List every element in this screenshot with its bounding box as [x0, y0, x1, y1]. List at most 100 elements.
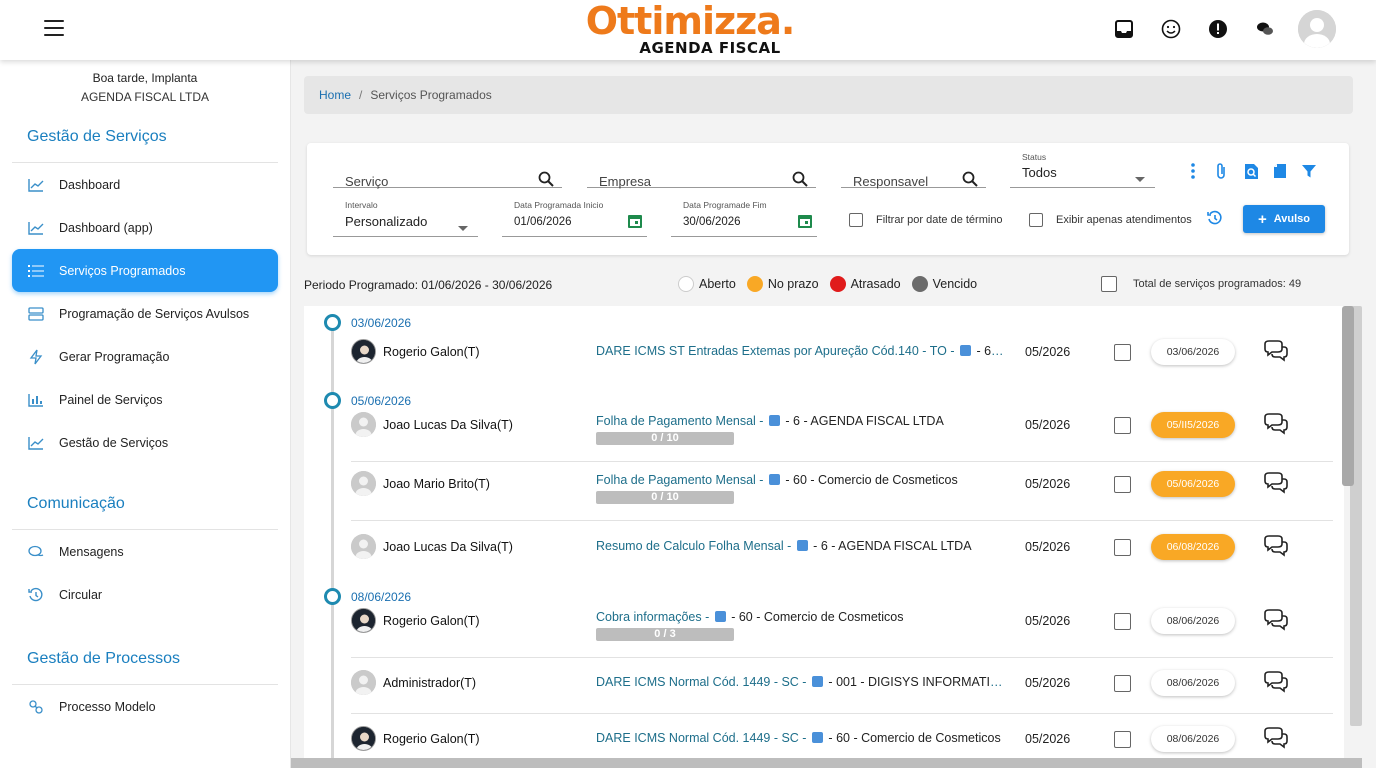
service-link[interactable]: Folha de Pagamento Mensal - - 6 - AGENDA…	[596, 414, 1006, 428]
responsavel-input[interactable]: Responsavel	[841, 153, 986, 189]
comments-icon[interactable]	[1262, 340, 1288, 362]
bolt-icon	[27, 348, 45, 366]
sidebar-item-label: Mensagens	[59, 544, 124, 559]
row-checkbox[interactable]	[1114, 731, 1131, 748]
smiley-icon[interactable]	[1160, 18, 1182, 40]
row-checkbox[interactable]	[1114, 344, 1131, 361]
service-link[interactable]: Folha de Pagamento Mensal - - 60 - Comer…	[596, 473, 1006, 487]
row-checkbox[interactable]	[1114, 675, 1131, 692]
service-row[interactable]: Rogerio Galon(T) DARE ICMS ST Entradas Ex…	[351, 326, 1333, 384]
status-value: Todos	[1022, 165, 1057, 180]
service-row[interactable]: Joao Lucas Da Silva(T) Resumo de Calculo …	[351, 521, 1333, 579]
due-date-badge[interactable]: 05/06/2026	[1151, 471, 1235, 497]
comments-icon[interactable]	[1262, 609, 1288, 631]
service-link[interactable]: Resumo de Calculo Folha Mensal - - 6 - A…	[596, 539, 1006, 553]
calendar-icon	[811, 732, 823, 743]
vertical-scrollbar-thumb[interactable]	[1342, 306, 1354, 486]
menu-icon[interactable]	[44, 20, 64, 36]
file-icon[interactable]	[1271, 162, 1289, 180]
chat-icon[interactable]	[1254, 18, 1276, 40]
sidebar-item-gerar-programacao[interactable]: Gerar Programação	[0, 335, 290, 378]
responsible-name: Rogerio Galon(T)	[383, 732, 480, 746]
sidebar-item-dashboard[interactable]: Dashboard	[0, 163, 290, 206]
status-select[interactable]: Status Todos	[1010, 152, 1155, 188]
service-link[interactable]: Cobra informações - - 60 - Comercio de C…	[596, 610, 1006, 624]
inbox-icon[interactable]	[1113, 18, 1135, 40]
service-row[interactable]: Administrador(T) DARE ICMS Normal Cód. 14…	[351, 657, 1333, 714]
row-checkbox[interactable]	[1114, 539, 1131, 556]
service-link[interactable]: DARE ICMS Normal Cód. 1449 - SC - - 001 …	[596, 675, 1006, 689]
filtrar-termino-checkbox[interactable]: Filtrar por date de término	[849, 213, 1003, 227]
competencia: 05/2026	[1025, 477, 1071, 491]
servico-input[interactable]: Serviço	[333, 153, 562, 189]
sidebar-item-servicos-programados[interactable]: Serviços Programados	[12, 249, 278, 292]
checkbox[interactable]	[849, 213, 863, 227]
comments-icon[interactable]	[1262, 727, 1288, 749]
breadcrumb-current: Serviços Programados	[370, 88, 492, 102]
service-row[interactable]: Joao Lucas Da Silva(T) Folha de Pagamento…	[351, 404, 1333, 462]
competencia: 05/2026	[1025, 345, 1071, 359]
select-all-checkbox[interactable]	[1101, 276, 1117, 292]
due-date-badge[interactable]: 08/06/2026	[1151, 670, 1235, 696]
logo[interactable]: Ottimizza. AGENDA FISCAL	[585, 1, 796, 56]
comments-icon[interactable]	[1262, 535, 1288, 557]
service-link[interactable]: DARE ICMS ST Entradas Extemas por Apureç…	[596, 344, 1006, 358]
breadcrumb-separator: /	[359, 88, 363, 102]
due-date-badge[interactable]: 03/06/2026	[1151, 339, 1235, 365]
service-row[interactable]: Rogerio Galon(T) Cobra informações - - 60…	[351, 600, 1333, 658]
document-search-icon[interactable]	[1242, 162, 1260, 180]
search-icon[interactable]	[538, 171, 554, 192]
progress-bar: 0 / 10	[596, 432, 734, 445]
separator: -	[972, 344, 985, 358]
alert-icon[interactable]	[1207, 18, 1229, 40]
calendar-icon[interactable]	[627, 213, 643, 234]
status-dot	[746, 276, 763, 292]
sidebar-item-programacao-avulsos[interactable]: Programação de Serviços Avulsos	[0, 292, 290, 335]
search-icon[interactable]	[792, 171, 808, 192]
intervalo-select[interactable]: Intervalo Personalizado	[333, 200, 478, 237]
intervalo-value: Personalizado	[345, 214, 428, 229]
empresa-placeholder: Empresa	[599, 174, 652, 189]
calendar-icon[interactable]	[797, 213, 813, 234]
service-link[interactable]: DARE ICMS Normal Cód. 1449 - SC - - 60 -…	[596, 731, 1006, 745]
sidebar-item-circular[interactable]: Circular	[0, 573, 290, 616]
comments-icon[interactable]	[1262, 671, 1288, 693]
user-avatar[interactable]	[1298, 10, 1336, 48]
checkbox[interactable]	[1029, 213, 1043, 227]
sidebar-item-label: Gerar Programação	[59, 349, 170, 364]
service-row[interactable]: Joao Mario Brito(T) Folha de Pagamento Me…	[351, 463, 1333, 521]
data-inicio-input[interactable]: Data Programada Inicio 01/06/2026	[502, 200, 647, 237]
row-checkbox[interactable]	[1114, 613, 1131, 630]
avulso-button[interactable]: + Avulso	[1243, 205, 1325, 233]
empresa-input[interactable]: Empresa	[587, 153, 816, 189]
comments-icon[interactable]	[1262, 472, 1288, 494]
data-fim-input[interactable]: Data Programade Fim 30/06/2026	[671, 200, 817, 237]
more-vert-icon[interactable]	[1184, 162, 1202, 180]
sidebar-item-dashboard-app[interactable]: Dashboard (app)	[0, 206, 290, 249]
history-icon[interactable]	[1206, 209, 1224, 227]
sidebar-item-processo-modelo[interactable]: Processo Modelo	[0, 685, 290, 728]
horizontal-scrollbar[interactable]	[291, 758, 1362, 768]
row-checkbox[interactable]	[1114, 417, 1131, 434]
competencia: 05/2026	[1025, 732, 1071, 746]
exibir-atendimentos-checkbox[interactable]: Exibir apenas atendimentos	[1029, 213, 1192, 227]
sidebar-item-gestao-servicos[interactable]: Gestão de Serviços	[0, 421, 290, 464]
due-date-badge[interactable]: 05/II5/2026	[1151, 412, 1235, 438]
avatar	[351, 534, 376, 559]
due-date-badge[interactable]: 08/06/2026	[1151, 726, 1235, 752]
sidebar-item-mensagens[interactable]: Mensagens	[0, 530, 290, 573]
section-title-gestao-servicos: Gestão de Serviços	[27, 128, 167, 145]
filter-icon[interactable]	[1300, 162, 1318, 180]
row-checkbox[interactable]	[1114, 476, 1131, 493]
search-icon[interactable]	[962, 171, 978, 192]
calendar-icon	[714, 611, 726, 622]
process-icon	[27, 698, 45, 716]
comments-icon[interactable]	[1262, 413, 1288, 435]
breadcrumb-home[interactable]: Home	[319, 88, 351, 102]
due-date-badge[interactable]: 08/06/2026	[1151, 608, 1235, 634]
attachment-icon[interactable]	[1212, 162, 1230, 180]
sidebar-item-painel-servicos[interactable]: Painel de Serviços	[0, 378, 290, 421]
status-legend: Aberto No prazo Atrasado Vencido	[678, 276, 988, 292]
service-company: 6 - AGENDA FISCAL LTDA	[793, 414, 944, 428]
due-date-badge[interactable]: 06/08/2026	[1151, 534, 1235, 560]
